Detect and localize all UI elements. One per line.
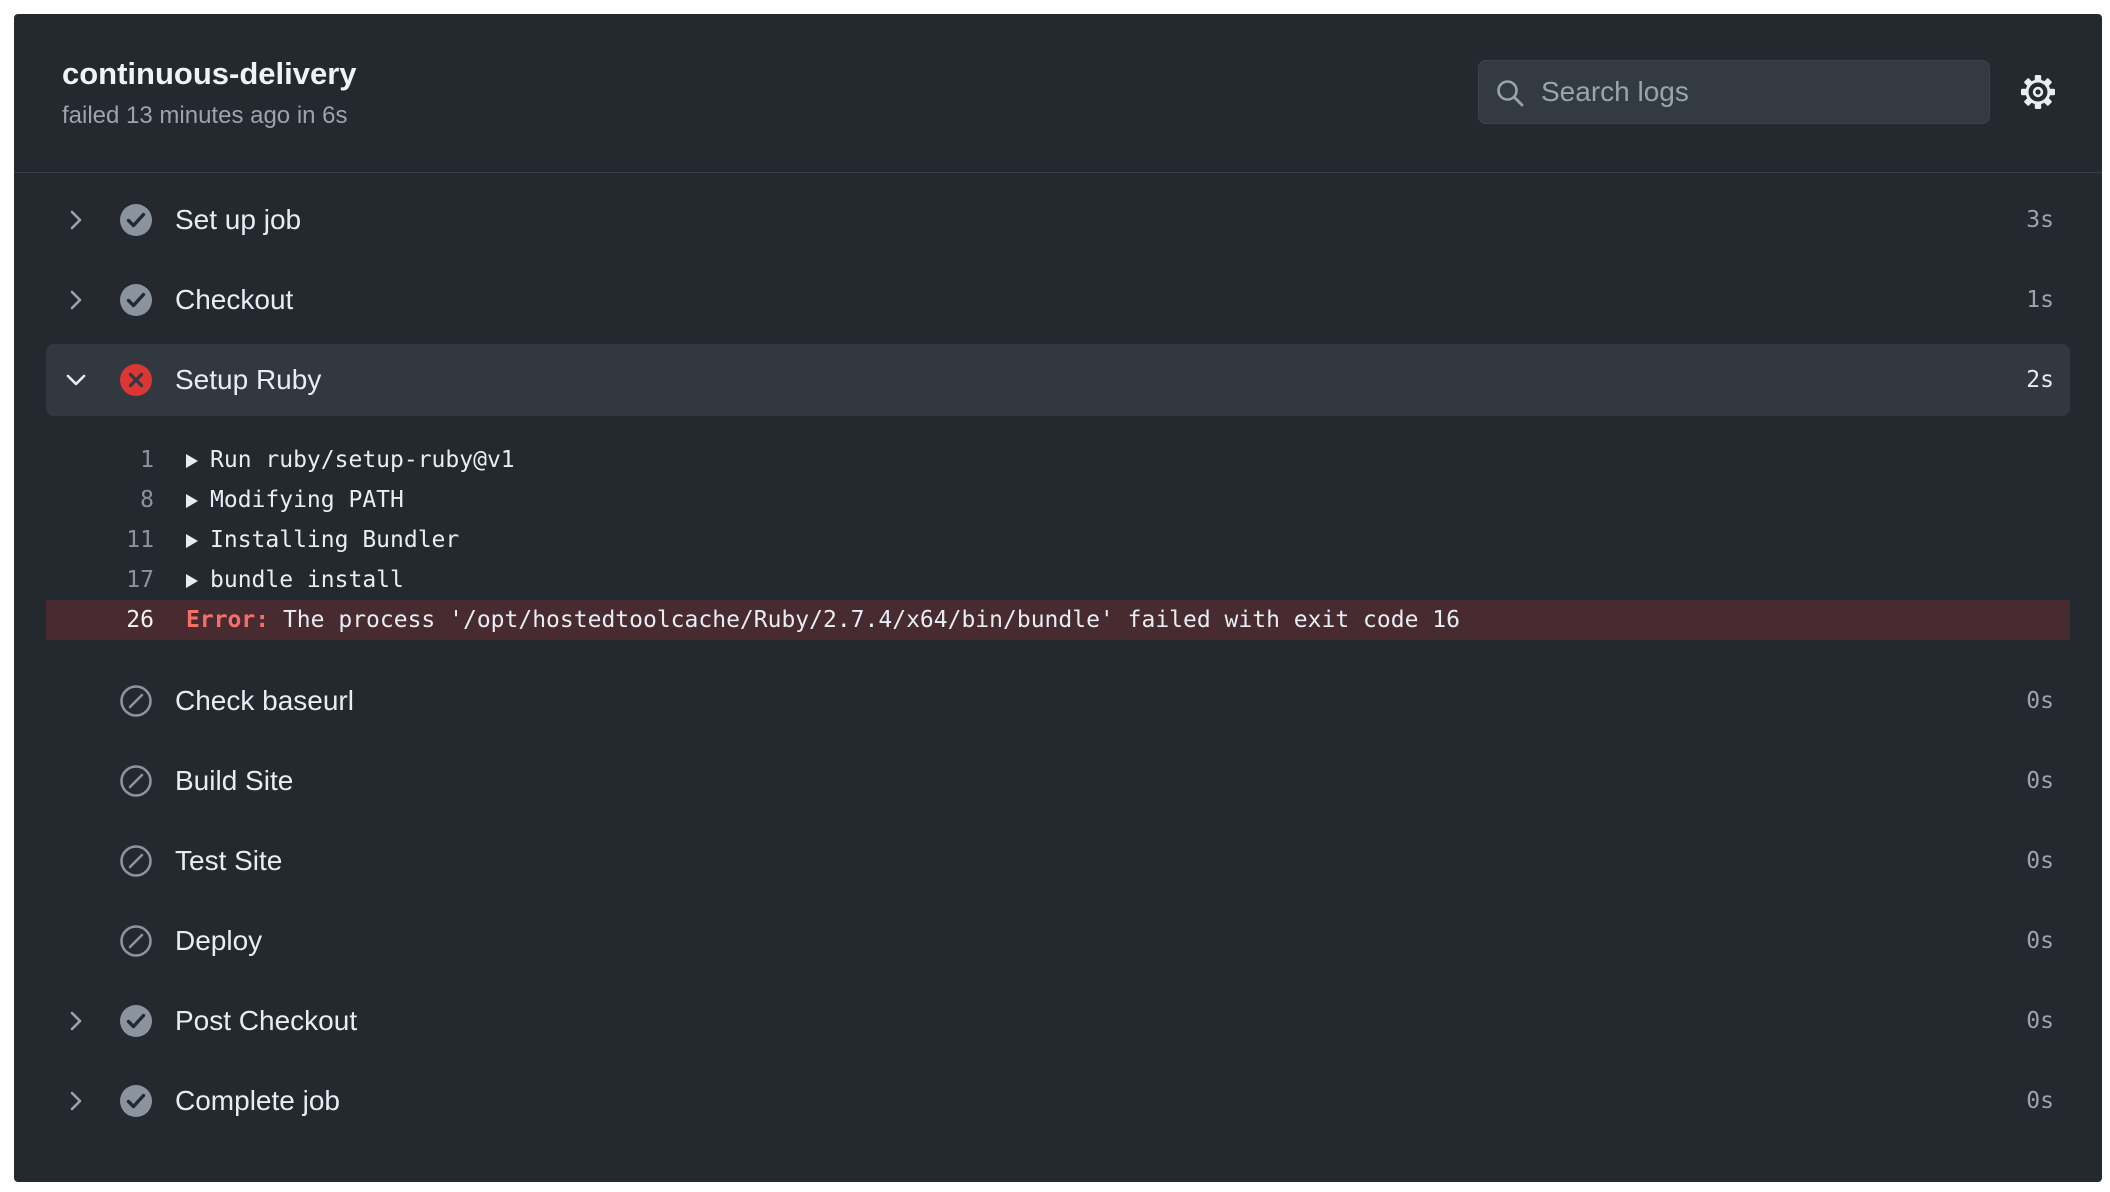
chevron-down-icon: [66, 374, 86, 386]
step-set-up-job[interactable]: Set up job 3s: [46, 184, 2070, 256]
gear-icon[interactable]: [2018, 72, 2058, 112]
step-build-site[interactable]: Build Site 0s: [46, 745, 2070, 817]
error-label: Error:: [186, 607, 270, 633]
step-setup-ruby[interactable]: Setup Ruby 2s: [46, 344, 2070, 416]
skipped-icon: [120, 845, 152, 877]
check-circle-icon: [120, 1005, 152, 1037]
step-duration: 1s: [2026, 287, 2054, 313]
error-text: The process '/opt/hostedtoolcache/Ruby/2…: [282, 607, 1460, 633]
line-number[interactable]: 1: [46, 440, 154, 480]
log-line: 1 Run ruby/setup-ruby@v1: [46, 440, 2070, 480]
log-text: bundle install: [210, 567, 404, 593]
step-name: Build Site: [175, 765, 294, 796]
triangle-right-icon: [186, 494, 198, 508]
step-duration: 0s: [2026, 1088, 2054, 1114]
step-check-baseurl[interactable]: Check baseurl 0s: [46, 665, 2070, 737]
step-duration: 2s: [2026, 367, 2054, 393]
skipped-icon: [120, 685, 152, 717]
log-group-toggle[interactable]: Installing Bundler: [186, 520, 459, 560]
check-circle-icon: [120, 1085, 152, 1117]
chevron-right-icon: [70, 1091, 82, 1111]
step-duration: 0s: [2026, 768, 2054, 794]
step-name: Test Site: [175, 845, 283, 876]
step-complete-job[interactable]: Complete job 0s: [46, 1065, 2070, 1137]
job-status-summary: failed 13 minutes ago in 6s: [62, 102, 348, 129]
log-text: Installing Bundler: [210, 527, 460, 553]
chevron-right-icon: [70, 290, 82, 310]
triangle-right-icon: [186, 534, 198, 548]
step-test-site[interactable]: Test Site 0s: [46, 825, 2070, 897]
step-duration: 3s: [2026, 207, 2054, 233]
job-log-panel: continuous-delivery failed 13 minutes ag…: [14, 14, 2102, 1182]
x-circle-icon: [120, 364, 152, 396]
line-number[interactable]: 17: [46, 560, 154, 600]
log-line: 11 Installing Bundler: [46, 520, 2070, 560]
log-line: 8 Modifying PATH: [46, 480, 2070, 520]
skipped-icon: [120, 765, 152, 797]
log-line-error: 26 Error: The process '/opt/hostedtoolca…: [46, 600, 2070, 640]
search-input[interactable]: [1541, 61, 1981, 123]
step-name: Setup Ruby: [175, 364, 322, 395]
step-duration: 0s: [2026, 1008, 2054, 1034]
step-name: Post Checkout: [175, 1005, 358, 1036]
step-name: Set up job: [175, 204, 302, 235]
step-deploy[interactable]: Deploy 0s: [46, 905, 2070, 977]
check-circle-icon: [120, 284, 152, 316]
step-name: Deploy: [175, 925, 263, 956]
triangle-right-icon: [186, 454, 198, 468]
search-box[interactable]: [1478, 60, 1990, 124]
line-number[interactable]: 8: [46, 480, 154, 520]
step-name: Complete job: [175, 1085, 340, 1116]
step-name: Check baseurl: [175, 685, 354, 716]
step-duration: 0s: [2026, 688, 2054, 714]
log-text: Modifying PATH: [210, 487, 404, 513]
step-name: Checkout: [175, 284, 294, 315]
job-header: continuous-delivery failed 13 minutes ag…: [14, 14, 2102, 173]
log-line: 17 bundle install: [46, 560, 2070, 600]
chevron-right-icon: [70, 1011, 82, 1031]
error-message: Error: The process '/opt/hostedtoolcache…: [186, 600, 1460, 640]
line-number[interactable]: 11: [46, 520, 154, 560]
step-checkout[interactable]: Checkout 1s: [46, 264, 2070, 336]
chevron-right-icon: [70, 210, 82, 230]
log-group-toggle[interactable]: bundle install: [186, 560, 404, 600]
job-title: continuous-delivery: [62, 56, 357, 91]
skipped-icon: [120, 925, 152, 957]
step-duration: 0s: [2026, 928, 2054, 954]
step-duration: 0s: [2026, 848, 2054, 874]
line-number[interactable]: 26: [46, 600, 154, 640]
log-text: Run ruby/setup-ruby@v1: [210, 447, 515, 473]
log-group-toggle[interactable]: Modifying PATH: [186, 480, 404, 520]
log-group-toggle[interactable]: Run ruby/setup-ruby@v1: [186, 440, 515, 480]
step-post-checkout[interactable]: Post Checkout 0s: [46, 985, 2070, 1057]
search-icon: [1497, 80, 1524, 107]
triangle-right-icon: [186, 574, 198, 588]
check-circle-icon: [120, 204, 152, 236]
